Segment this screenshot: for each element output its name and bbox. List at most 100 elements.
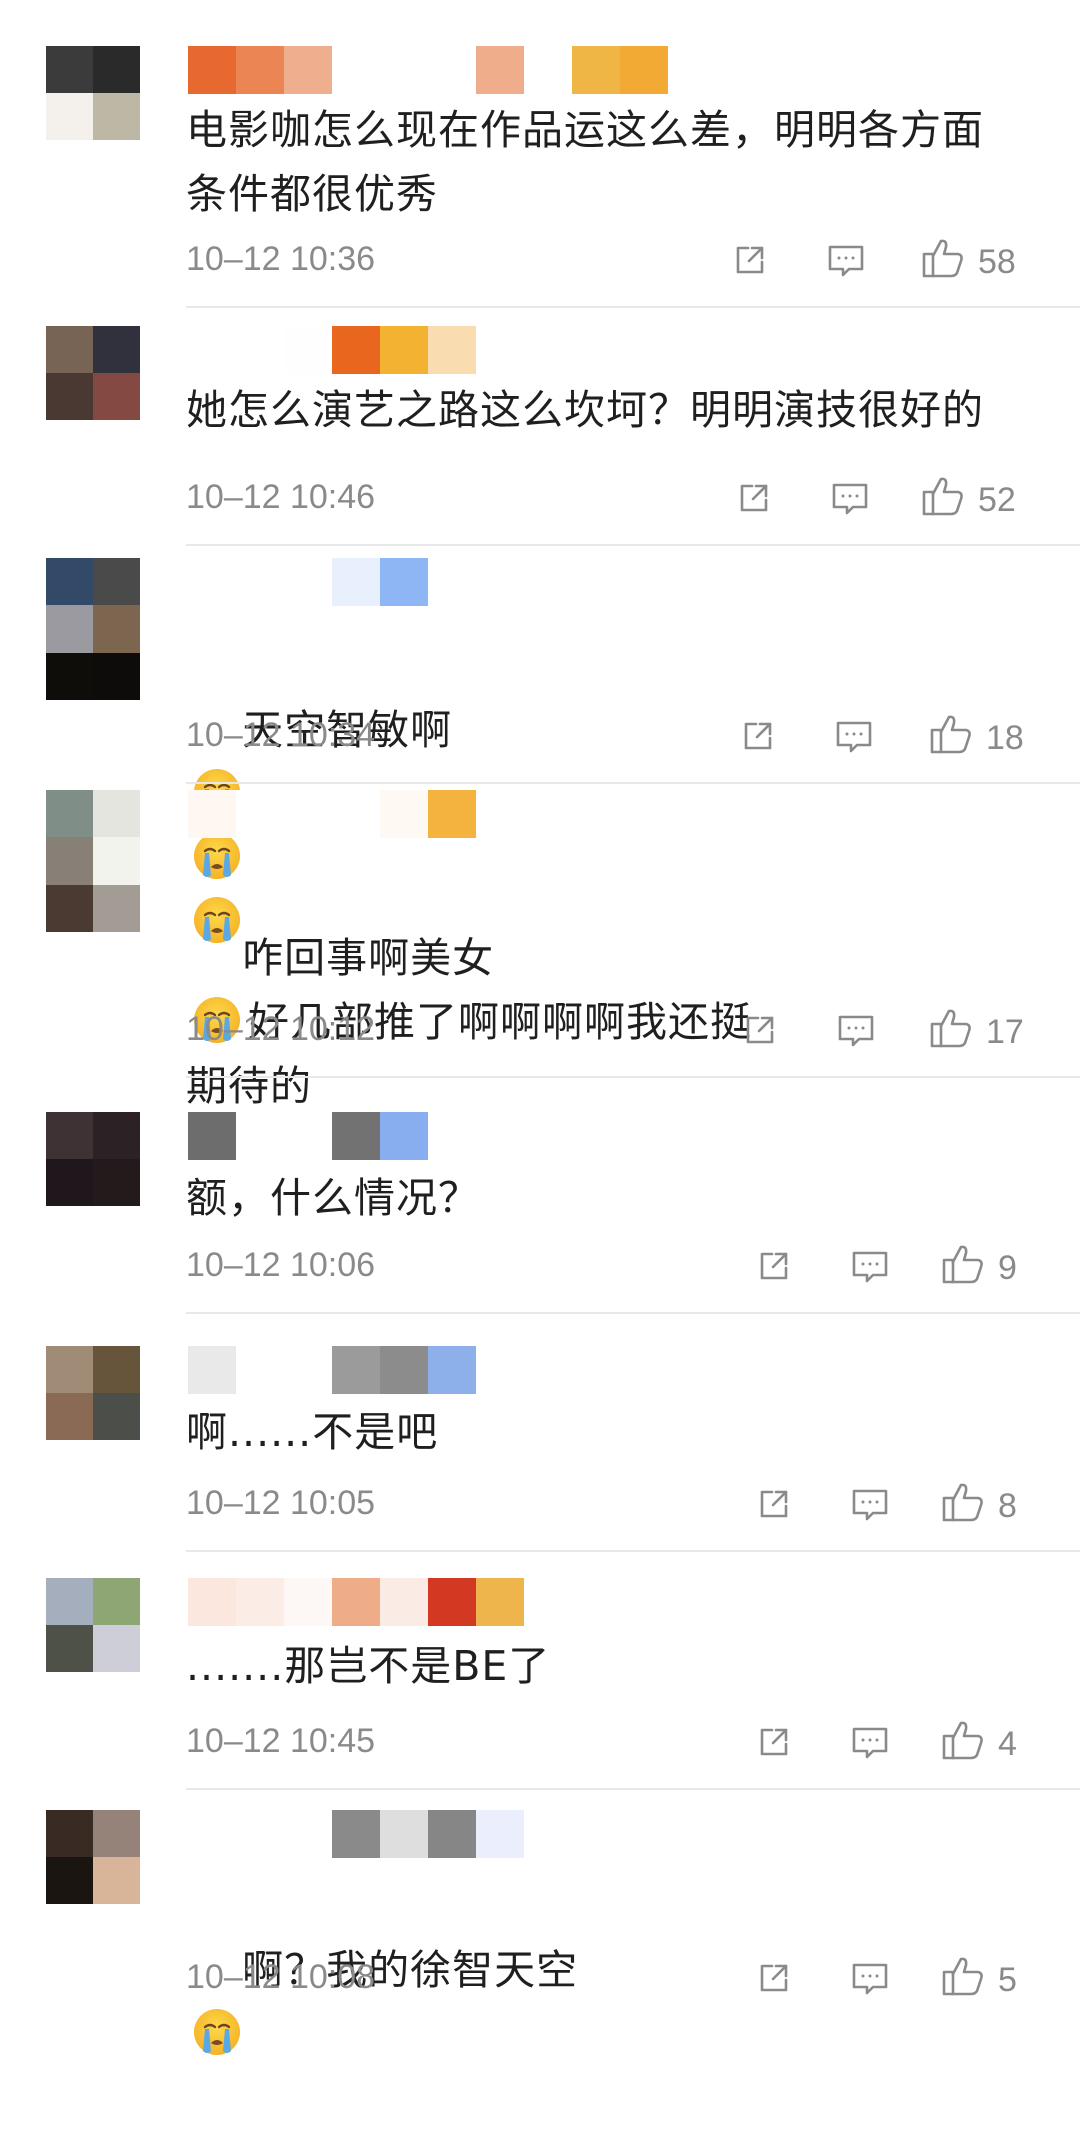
repost-icon[interactable] bbox=[750, 1718, 798, 1766]
username-pixel bbox=[284, 1578, 332, 1626]
crying-emoji-icon bbox=[194, 2009, 240, 2055]
repost-icon[interactable] bbox=[750, 1954, 798, 2002]
avatar-pixel bbox=[93, 1578, 140, 1625]
avatar-pixel bbox=[46, 1857, 93, 1904]
username-pixel bbox=[236, 46, 284, 94]
avatar[interactable] bbox=[46, 326, 140, 420]
avatar[interactable] bbox=[46, 558, 140, 700]
username-pixel bbox=[524, 46, 572, 94]
thumbs-up-icon bbox=[940, 1242, 986, 1295]
like-button[interactable]: 18 bbox=[928, 712, 1024, 765]
username-pixel bbox=[476, 46, 524, 94]
like-button[interactable]: 52 bbox=[920, 474, 1016, 527]
repost-icon[interactable] bbox=[736, 1006, 784, 1054]
comment-icon[interactable] bbox=[826, 474, 874, 522]
username-blurred[interactable] bbox=[188, 1578, 524, 1626]
divider bbox=[186, 1788, 1080, 1790]
username-pixel bbox=[236, 790, 284, 838]
repost-icon[interactable] bbox=[726, 236, 774, 284]
username-pixel bbox=[380, 1810, 428, 1858]
thumbs-up-icon bbox=[940, 1718, 986, 1771]
comment-icon[interactable] bbox=[822, 236, 870, 284]
avatar-pixel bbox=[93, 605, 140, 653]
username-blurred[interactable] bbox=[188, 790, 476, 838]
username-pixel bbox=[188, 1346, 236, 1394]
username-pixel bbox=[332, 1112, 380, 1160]
avatar-pixel bbox=[93, 884, 140, 932]
avatar[interactable] bbox=[46, 1810, 140, 1904]
like-count: 17 bbox=[986, 1013, 1024, 1051]
divider bbox=[186, 306, 1080, 308]
comment-icon[interactable] bbox=[846, 1480, 894, 1528]
username-pixel bbox=[332, 326, 380, 374]
avatar-pixel bbox=[93, 1625, 140, 1672]
divider bbox=[186, 1312, 1080, 1314]
divider bbox=[186, 1550, 1080, 1552]
username-pixel bbox=[380, 46, 428, 94]
avatar-pixel bbox=[93, 1857, 140, 1904]
username-pixel bbox=[236, 1810, 284, 1858]
avatar-pixel bbox=[93, 46, 140, 93]
avatar-pixel bbox=[93, 790, 140, 838]
username-pixel bbox=[284, 558, 332, 606]
like-count: 9 bbox=[998, 1249, 1017, 1287]
avatar[interactable] bbox=[46, 1346, 140, 1440]
username-blurred[interactable] bbox=[188, 1810, 524, 1858]
like-count: 52 bbox=[978, 481, 1016, 519]
username-pixel bbox=[380, 1112, 428, 1160]
comment-time: 10–12 10:34 bbox=[186, 716, 376, 754]
like-button[interactable]: 9 bbox=[940, 1242, 1017, 1295]
repost-icon[interactable] bbox=[730, 474, 778, 522]
username-pixel bbox=[236, 1346, 284, 1394]
avatar-pixel bbox=[93, 1112, 140, 1159]
avatar-pixel bbox=[46, 93, 93, 140]
comment-time: 10–12 10:45 bbox=[186, 1722, 376, 1760]
repost-icon[interactable] bbox=[750, 1480, 798, 1528]
username-blurred[interactable] bbox=[188, 326, 476, 374]
username-pixel bbox=[428, 1578, 476, 1626]
username-pixel bbox=[380, 326, 428, 374]
username-blurred[interactable] bbox=[188, 1112, 476, 1160]
avatar-pixel bbox=[46, 326, 93, 373]
avatar-pixel bbox=[46, 1578, 93, 1625]
comment-text: .......那岂不是BE了 bbox=[186, 1642, 551, 1690]
username-blurred[interactable] bbox=[188, 46, 668, 94]
avatar-pixel bbox=[46, 1810, 93, 1857]
avatar[interactable] bbox=[46, 46, 140, 140]
username-pixel bbox=[332, 558, 380, 606]
username-pixel bbox=[380, 1346, 428, 1394]
thumbs-up-icon bbox=[920, 236, 966, 289]
avatar[interactable] bbox=[46, 1112, 140, 1206]
avatar-pixel bbox=[93, 1159, 140, 1206]
username-blurred[interactable] bbox=[188, 1346, 476, 1394]
comment-text: 啊？我的徐智天空 bbox=[186, 1874, 1046, 2130]
like-button[interactable]: 17 bbox=[928, 1006, 1024, 1059]
like-count: 58 bbox=[978, 243, 1016, 281]
thumbs-up-icon bbox=[928, 1006, 974, 1059]
repost-icon[interactable] bbox=[750, 1242, 798, 1290]
comment-icon[interactable] bbox=[830, 712, 878, 760]
username-blurred[interactable] bbox=[188, 558, 428, 606]
comment-icon[interactable] bbox=[846, 1242, 894, 1290]
avatar-pixel bbox=[46, 558, 93, 606]
comment-icon[interactable] bbox=[832, 1006, 880, 1054]
username-pixel bbox=[380, 1578, 428, 1626]
username-pixel bbox=[428, 1810, 476, 1858]
like-button[interactable]: 58 bbox=[920, 236, 1016, 289]
comment-text: 额，什么情况？ bbox=[186, 1174, 480, 1222]
comment-time: 10–12 10:36 bbox=[186, 240, 376, 278]
username-pixel bbox=[188, 46, 236, 94]
like-button[interactable]: 8 bbox=[940, 1480, 1017, 1533]
avatar[interactable] bbox=[46, 1578, 140, 1672]
like-button[interactable]: 5 bbox=[940, 1954, 1017, 2007]
username-pixel bbox=[332, 46, 380, 94]
avatar[interactable] bbox=[46, 790, 140, 932]
comment-icon[interactable] bbox=[846, 1954, 894, 2002]
repost-icon[interactable] bbox=[734, 712, 782, 760]
comment-time: 10–12 10:08 bbox=[186, 1958, 376, 1996]
username-pixel bbox=[380, 790, 428, 838]
comment-icon[interactable] bbox=[846, 1718, 894, 1766]
like-button[interactable]: 4 bbox=[940, 1718, 1017, 1771]
avatar-pixel bbox=[46, 1346, 93, 1393]
username-pixel bbox=[572, 46, 620, 94]
